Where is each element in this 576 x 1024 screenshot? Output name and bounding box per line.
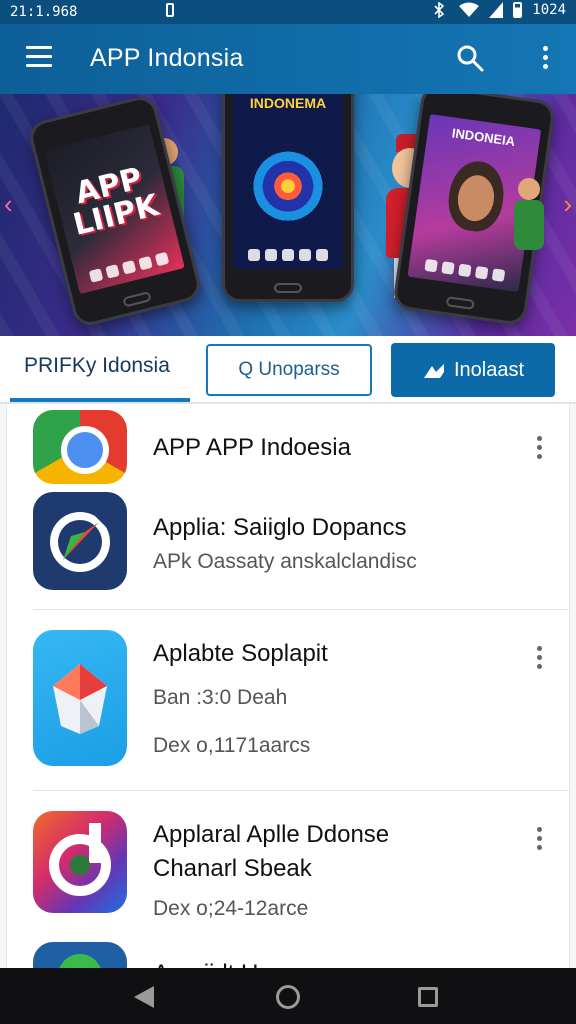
banner-phone-center-text: INDONEMA [249,95,327,111]
overflow-menu-icon[interactable] [533,827,545,851]
signal-icon [489,2,504,18]
install-icon [423,364,444,378]
app-list: APP APP Indoesia Applia: Saiiglo Dopancs… [6,404,570,968]
promo-banner[interactable]: ‹ › APP LIIPK INDONEMA INDONEIA [0,94,576,336]
app-title: Applia: Saiiglo Dopancs [153,514,407,541]
home-icon[interactable] [276,985,300,1009]
hamburger-menu-icon[interactable] [26,46,52,68]
list-item[interactable]: Appriidt Uoe ... [7,932,569,968]
banner-phone-left-text: APP LIIPK [69,161,163,243]
app-meta: Dex o;24-12arce [153,897,309,920]
recents-icon[interactable] [418,987,438,1007]
app-title: Applaral Aplle Ddonse [153,821,390,848]
banner-next-icon[interactable]: › [563,189,572,220]
install-button-label: Inolaast [453,358,525,381]
tab-active[interactable]: PRIFKy Idonsia [24,354,170,378]
battery-icon [513,2,523,18]
app-title: APP Indonsia [90,44,244,72]
compass-icon [33,492,127,590]
tab-active-indicator [10,398,190,402]
back-icon[interactable] [134,986,154,1008]
list-item[interactable]: Applaral Aplle Ddonse Chanarl Sbeak Dex … [7,791,569,931]
status-icons: 1024 [429,2,566,18]
overflow-menu-icon[interactable] [533,436,545,460]
app-subtitle: Chanarl Sbeak [153,855,312,882]
status-bar: 21:1.968 1024 [0,0,576,24]
chrome-icon [33,410,127,484]
search-icon[interactable] [456,44,484,72]
banner-prev-icon[interactable]: ‹ [4,189,13,220]
notification-icon [166,3,174,17]
banner-phone-center: INDONEMA [222,94,354,302]
list-item[interactable]: Aplabte Soplapit Ban :3:0 Deah Dex o,117… [7,610,569,790]
banner-phone-right-text: INDONEIA [451,125,517,150]
system-nav-bar [0,968,576,1024]
app-bar: APP Indonsia [0,24,576,94]
status-clock-right: 1024 [532,2,566,18]
search-button[interactable]: Q Unoparss [206,344,372,396]
app-title: Appriidt Uoe ... [153,960,312,968]
portrait-image [444,157,508,235]
app-subtitle: APk Oassaty anskalclandisc [153,550,417,573]
app-title: Aplabte Soplapit [153,640,328,667]
wifi-icon [459,2,480,17]
list-item[interactable]: Applia: Saiiglo Dopancs APk Oassaty ansk… [7,490,569,608]
overflow-menu-icon[interactable] [533,646,545,670]
banner-character-right [514,178,544,258]
list-item[interactable]: APP APP Indoesia [7,404,569,490]
status-time: 21:1.968 [10,4,78,20]
star-icon [33,630,127,766]
gradient-app-icon [33,811,127,913]
app-meta: Dex o,1171aarcs [153,734,311,757]
app-title: APP APP Indoesia [153,434,351,461]
bluetooth-icon [434,2,445,18]
green-app-icon [33,942,127,968]
tab-row: PRIFKy Idonsia Q Unoparss Inolaast [0,336,576,404]
install-button[interactable]: Inolaast [391,343,555,397]
app-subtitle: Ban :3:0 Deah [153,686,288,709]
overflow-menu-icon[interactable] [538,46,552,72]
